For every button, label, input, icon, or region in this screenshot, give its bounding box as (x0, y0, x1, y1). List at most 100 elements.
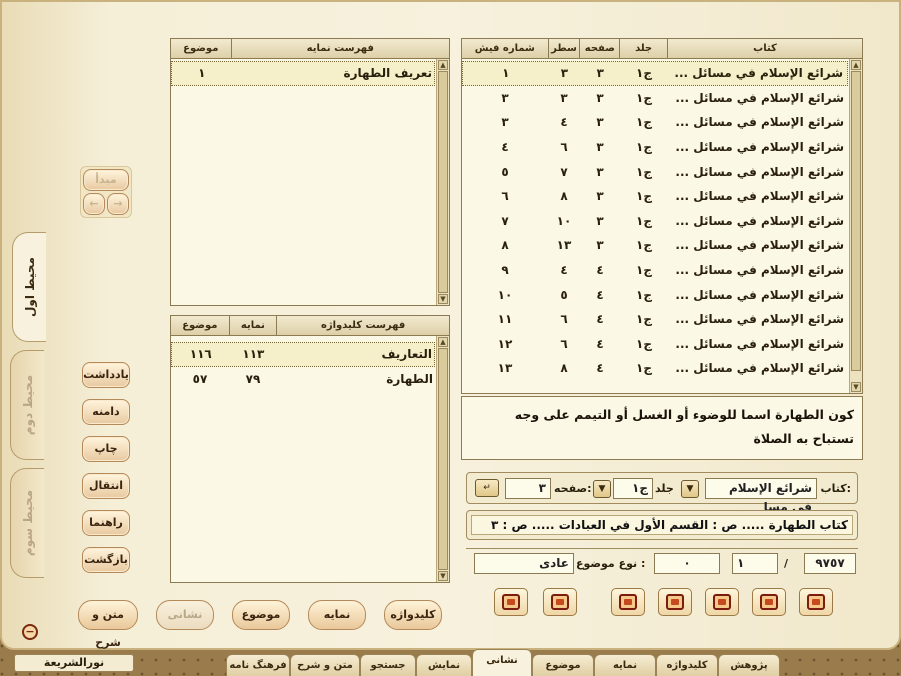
tab-environment-2[interactable]: محیط دوم (10, 350, 44, 460)
go-enter-icon[interactable]: ↵ (475, 479, 499, 497)
result-vol: ج١ (636, 213, 652, 228)
result-line: ٦ (560, 140, 568, 155)
table-row[interactable]: شرائع الإسلام في مسائل ... ج١ ٣ ٣ ١ (462, 61, 848, 86)
index-list[interactable]: فهرست نمایه موضوع تعريف الطهارة ١ ▲ ▼ (170, 38, 450, 306)
results-table[interactable]: کتاب جلد صفحه سطر شماره فیش شرائع الإسلا… (461, 38, 863, 394)
table-row[interactable]: شرائع الإسلام في مسائل ... ج١ ٣ ١٠ ٧ (462, 209, 848, 234)
result-vol: ج١ (636, 287, 652, 302)
transfer-button[interactable]: انتقال (82, 473, 130, 499)
index-scrollbar[interactable]: ▲ ▼ (436, 59, 449, 305)
table-row[interactable]: شرائع الإسلام في مسائل ... ج١ ٤ ٦ ١١ (462, 307, 848, 332)
check-list-icon[interactable] (799, 588, 833, 616)
table-row[interactable]: شرائع الإسلام في مسائل ... ج١ ٤ ٨ ١٣ (462, 356, 848, 381)
table-row[interactable]: شرائع الإسلام في مسائل ... ج١ ٣ ٦ ٤ (462, 135, 848, 160)
result-vol: ج١ (636, 263, 652, 278)
tab-environment-1[interactable]: محیط اول (12, 232, 46, 342)
scroll-down-icon[interactable]: ▼ (438, 294, 448, 304)
topic-button[interactable]: موضوع (232, 600, 290, 630)
back-button[interactable]: بازگشت (82, 547, 130, 573)
scroll-down-icon[interactable]: ▼ (438, 571, 448, 581)
column-header[interactable]: صفحه (579, 39, 619, 58)
copy-icon[interactable] (494, 588, 528, 616)
column-header[interactable]: کتاب (666, 39, 862, 58)
current-record-field[interactable]: ١ (732, 553, 778, 574)
column-header[interactable]: فهرست کلیدواژه (276, 316, 449, 335)
tab-research[interactable]: پژوهش (718, 654, 780, 676)
scroll-up-icon[interactable]: ▲ (851, 60, 861, 70)
tab-address[interactable]: نشانی (472, 649, 532, 676)
tab-display[interactable]: نمایش (416, 654, 472, 676)
book-dropdown-icon[interactable]: ▼ (681, 480, 699, 498)
keyword-button[interactable]: کلیدواژه (384, 600, 442, 630)
scroll-up-icon[interactable]: ▲ (438, 60, 448, 70)
next-arrow-icon[interactable]: → (107, 193, 129, 215)
column-header[interactable]: جلد (619, 39, 667, 58)
mark-icon[interactable] (752, 588, 786, 616)
table-row[interactable]: تعريف الطهارة ١ (171, 61, 435, 86)
breadcrumb[interactable]: كتاب الطهارة ..... ص : القسم الأول في ال… (471, 515, 853, 535)
address-button[interactable]: نشانی (156, 600, 214, 630)
tab-topic[interactable]: موضوع (532, 654, 594, 676)
table-row[interactable]: شرائع الإسلام في مسائل ... ج١ ٣ ٨ ٦ (462, 184, 848, 209)
start-button[interactable]: مبدأ (83, 169, 129, 191)
paste-icon[interactable] (543, 588, 577, 616)
print-button[interactable]: چاپ (82, 436, 130, 462)
table-row[interactable]: شرائع الإسلام في مسائل ... ج١ ٤ ٥ ١٠ (462, 282, 848, 307)
result-line: ٧ (560, 164, 568, 179)
column-header[interactable]: سطر (547, 39, 580, 58)
scope-button[interactable]: دامنه (82, 399, 130, 425)
keyword-list[interactable]: فهرست کلیدواژه نمایه موضوع التعاريف ١١٣ … (170, 315, 450, 583)
column-header[interactable]: نمایه (228, 316, 277, 335)
result-num: ٧ (501, 213, 509, 228)
result-vol: ج١ (636, 238, 652, 253)
tab-environment-3[interactable]: محیط سوم (10, 468, 44, 578)
result-line: ٨ (560, 189, 568, 204)
keyword-scrollbar[interactable]: ▲ ▼ (436, 336, 449, 582)
tab-search[interactable]: جستجو (360, 654, 416, 676)
result-page: ٣ (596, 140, 604, 155)
table-row[interactable]: شرائع الإسلام في مسائل ... ج١ ٣ ٣ ٣ (462, 86, 848, 111)
notes-button[interactable]: یادداشت (82, 362, 130, 388)
result-num: ٤ (501, 140, 509, 155)
result-page: ٤ (596, 287, 604, 302)
scroll-thumb[interactable] (438, 71, 448, 293)
help-button[interactable]: راهنما (82, 510, 130, 536)
tab-keyword[interactable]: کلیدواژه (656, 654, 718, 676)
scroll-down-icon[interactable]: ▼ (851, 382, 861, 392)
column-header[interactable]: موضوع (171, 39, 231, 58)
prev-arrow-icon[interactable]: ← (83, 193, 105, 215)
tab-index[interactable]: نمایه (594, 654, 656, 676)
tab-text-commentary[interactable]: متن و شرح (290, 654, 360, 676)
table-row[interactable]: شرائع الإسلام في مسائل ... ج١ ٣ ٤ ٣ (462, 110, 848, 135)
results-scrollbar[interactable]: ▲ ▼ (849, 59, 862, 393)
scroll-thumb[interactable] (438, 348, 448, 570)
column-header[interactable]: فهرست نمایه (230, 39, 449, 58)
volume-dropdown-icon[interactable]: ▼ (593, 480, 611, 498)
result-line: ٦ (560, 336, 568, 351)
table-row[interactable]: التعاريف ١١٣ ١١٦ (171, 342, 435, 367)
text-commentary-button[interactable]: متن و شرح (78, 600, 138, 649)
sort-icon[interactable] (658, 588, 692, 616)
table-row[interactable]: شرائع الإسلام في مسائل ... ج١ ٣ ١٣ ٨ (462, 233, 848, 258)
column-header[interactable]: موضوع (171, 316, 229, 335)
breadcrumb-panel: كتاب الطهارة ..... ص : القسم الأول في ال… (466, 510, 858, 540)
tab-dictionary[interactable]: فرهنگ نامه (226, 654, 290, 676)
grid-icon[interactable] (705, 588, 739, 616)
result-num: ٦ (501, 189, 509, 204)
table-row[interactable]: الطهارة ٧٩ ٥٧ (171, 367, 435, 392)
table-row[interactable]: شرائع الإسلام في مسائل ... ج١ ٣ ٧ ٥ (462, 159, 848, 184)
page-field[interactable]: ٣ (505, 478, 551, 499)
volume-field[interactable]: ج١ (613, 478, 653, 499)
table-row[interactable]: شرائع الإسلام في مسائل ... ج١ ٤ ٤ ٩ (462, 258, 848, 283)
link-icon[interactable] (611, 588, 645, 616)
index-button[interactable]: نمایه (308, 600, 366, 630)
hadith-text-box[interactable]: كون الطهارة اسما للوضوء أو الغسل أو التي… (461, 396, 863, 460)
result-page: ٣ (596, 213, 604, 228)
column-header[interactable]: شماره فیش (462, 39, 548, 58)
book-field[interactable]: شرائع الإسلام في مسا (705, 478, 817, 514)
minimize-icon[interactable]: − (22, 624, 38, 640)
page-label: صفحه: (554, 482, 592, 495)
scroll-up-icon[interactable]: ▲ (438, 337, 448, 347)
scroll-thumb[interactable] (851, 71, 861, 371)
table-row[interactable]: شرائع الإسلام في مسائل ... ج١ ٤ ٦ ١٢ (462, 332, 848, 357)
